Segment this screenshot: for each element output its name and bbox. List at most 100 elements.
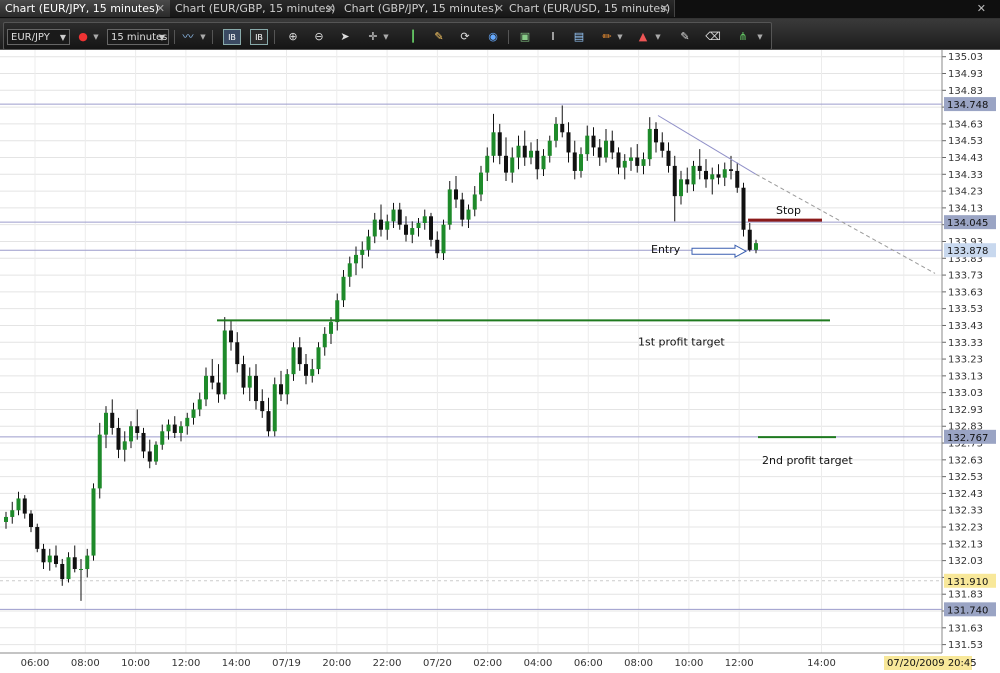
candle-body <box>129 426 133 442</box>
tab-label: Chart (EUR/GBP, 15 minutes) <box>175 2 336 15</box>
candle-body <box>272 384 277 432</box>
price-level-tag-label: 131.740 <box>947 605 988 616</box>
zoom-out-icon[interactable]: ⊖ <box>310 29 328 45</box>
y-tick-label: 133.43 <box>948 321 983 332</box>
bar-chart-button[interactable]: IB <box>250 29 268 45</box>
candle-body <box>197 399 202 410</box>
candle-body <box>679 179 683 197</box>
chevron-down-icon[interactable]: ▼ <box>199 29 207 45</box>
picture-icon[interactable]: ▣ <box>516 29 534 45</box>
x-tick-label: 08:00 <box>624 658 653 669</box>
timeframe-select[interactable]: 15 minutes ▼ <box>107 29 169 45</box>
candle-body <box>716 174 721 178</box>
candle-body <box>622 160 627 168</box>
x-tick-label: 14:00 <box>807 658 836 669</box>
price-chart[interactable]: 135.03134.93134.83134.73134.63134.53134.… <box>0 50 1000 673</box>
close-icon[interactable]: ✕ <box>660 0 669 17</box>
candle-body <box>54 555 58 564</box>
y-tick-label: 133.33 <box>948 338 983 349</box>
close-icon[interactable]: ✕ <box>495 0 504 17</box>
eraser-icon[interactable]: ⌫ <box>704 29 722 45</box>
cursor-icon[interactable]: ➤ <box>336 29 354 45</box>
candle-body <box>579 154 583 171</box>
zoom-in-icon[interactable]: ⊕ <box>284 29 302 45</box>
current-price-tag-label: 131.910 <box>947 577 988 588</box>
candle-body <box>379 219 383 230</box>
candle-body <box>697 165 702 171</box>
candle-body <box>85 555 90 570</box>
note-icon[interactable]: ✎ <box>430 29 448 45</box>
candle-body <box>385 221 390 230</box>
y-tick-label: 133.53 <box>948 304 983 315</box>
y-tick-label: 132.33 <box>948 506 983 517</box>
y-tick-label: 133.23 <box>948 355 983 366</box>
tab-chart-eurjpy[interactable]: Chart (EUR/JPY, 15 minutes) ✕ <box>0 0 171 17</box>
tree-icon[interactable]: ⋔ <box>734 29 752 45</box>
entry-label: Entry <box>651 243 681 256</box>
window-close-icon[interactable]: ✕ <box>977 0 986 17</box>
tab-chart-eurgbp[interactable]: Chart (EUR/GBP, 15 minutes) ✕ <box>170 0 341 17</box>
crosshair-icon[interactable]: ✛ <box>364 29 382 45</box>
candle-body <box>22 498 27 514</box>
candle-body <box>641 159 646 166</box>
chart-toolbar: EUR/JPY ▼ ● ▼ 15 minutes ▼ 〰 ▼ IB IB ⊕ ⊖… <box>0 19 1000 50</box>
candle-body <box>91 488 96 556</box>
candle-body <box>304 364 308 376</box>
candle-body <box>435 239 440 254</box>
candle-body <box>429 216 433 240</box>
chart-settings-icon[interactable]: ▤ <box>570 29 588 45</box>
candle-body <box>154 444 158 462</box>
candle-body <box>491 132 496 156</box>
candle-body <box>147 451 152 462</box>
candle-body <box>691 165 696 185</box>
candle-body <box>635 157 640 166</box>
candlestick-button-label: IB <box>228 33 236 42</box>
candle-body <box>229 330 233 343</box>
x-tick-label: 22:00 <box>373 658 402 669</box>
candle-body <box>279 384 283 395</box>
candle-body <box>504 155 508 173</box>
y-tick-label: 135.03 <box>948 52 983 63</box>
chevron-down-icon: ▼ <box>59 33 66 42</box>
candle-color-icon[interactable]: ● <box>74 29 92 45</box>
candle-body <box>754 243 758 250</box>
candle-body <box>110 412 115 428</box>
tab-chart-gbpjpy[interactable]: Chart (GBP/JPY, 15 minutes) ✕ <box>339 0 510 17</box>
candle-body <box>397 209 402 225</box>
tab-chart-eurusd[interactable]: Chart (EUR/USD, 15 minutes) ✕ <box>504 0 675 17</box>
price-level-tag-label: 133.878 <box>947 246 988 257</box>
candle-body <box>235 342 240 365</box>
symbol-select[interactable]: EUR/JPY ▼ <box>7 29 70 45</box>
globe-icon[interactable]: ◉ <box>484 29 502 45</box>
chevron-down-icon[interactable]: ▼ <box>616 29 624 45</box>
text-tool-icon[interactable]: Ⅰ <box>544 29 562 45</box>
period-icon[interactable]: ⟳ <box>456 29 474 45</box>
tab-bar: Chart (EUR/JPY, 15 minutes) ✕ Chart (EUR… <box>0 0 1000 19</box>
y-tick-label: 132.63 <box>948 455 983 466</box>
candle-body <box>10 510 15 517</box>
chevron-down-icon[interactable]: ▼ <box>654 29 662 45</box>
indicator-icon[interactable]: 〰 <box>179 29 197 45</box>
candlestick-button[interactable]: IB <box>223 29 241 45</box>
candle-body <box>41 548 46 563</box>
chevron-down-icon[interactable]: ▼ <box>382 29 390 45</box>
x-tick-label: 04:00 <box>524 658 553 669</box>
chevron-down-icon[interactable]: ▼ <box>92 29 100 45</box>
y-tick-label: 134.63 <box>948 119 983 130</box>
close-icon[interactable]: ✕ <box>156 0 165 17</box>
y-tick-label: 132.03 <box>948 556 983 567</box>
y-tick-label: 133.63 <box>948 287 983 298</box>
candle-body <box>260 401 265 412</box>
pencil-icon[interactable]: ✏ <box>598 29 616 45</box>
chevron-down-icon[interactable]: ▼ <box>756 29 764 45</box>
vertical-line-icon[interactable]: ┃ <box>404 29 422 45</box>
abc-icon[interactable]: ✎ <box>676 29 694 45</box>
chart-area[interactable]: 135.03134.93134.83134.73134.63134.53134.… <box>0 50 1000 673</box>
candle-body <box>735 170 740 188</box>
candle-body <box>341 276 346 301</box>
y-tick-label: 133.03 <box>948 388 983 399</box>
candle-body <box>222 330 227 395</box>
x-tick-label: 07/19 <box>272 658 301 669</box>
close-icon[interactable]: ✕ <box>326 0 335 17</box>
arrow-markers-icon[interactable]: ▲ <box>634 29 652 45</box>
